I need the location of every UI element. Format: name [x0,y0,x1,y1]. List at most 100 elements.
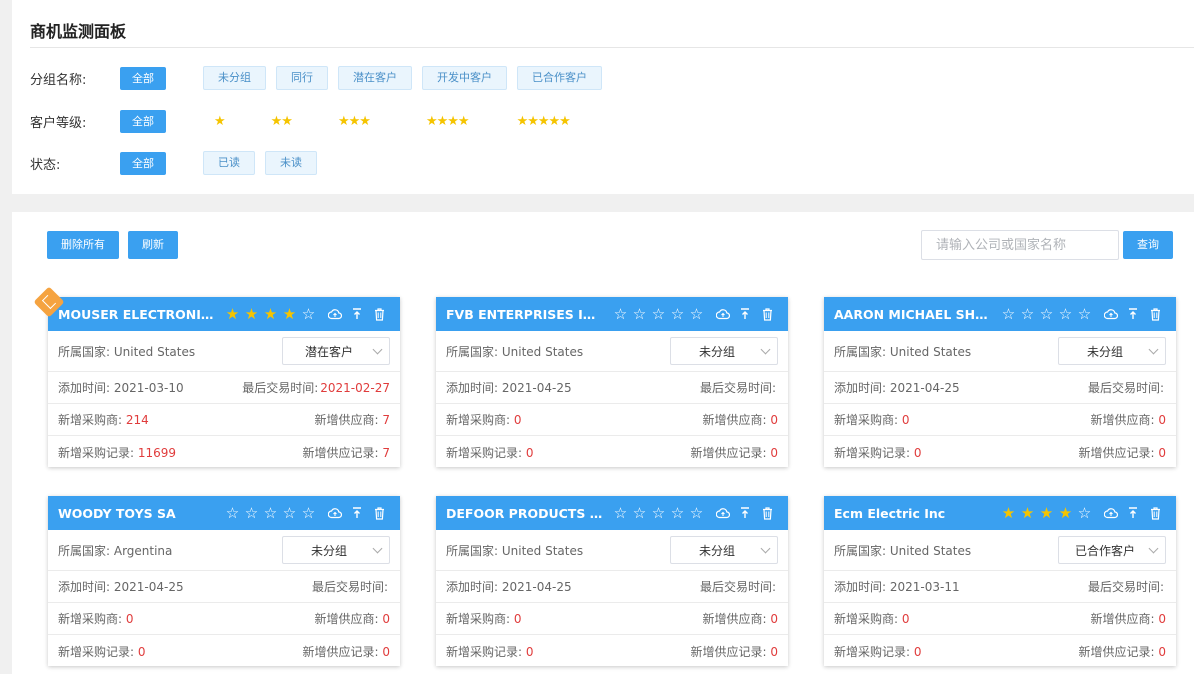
rating-star-icon[interactable]: ☆ [611,306,630,322]
cloud-upload-icon[interactable] [324,304,346,324]
filter-level-5star[interactable]: ★★★★★ [517,114,571,129]
filter-group-all-button[interactable]: 全部 [120,66,166,90]
rating-star-icon[interactable]: ☆ [242,505,261,521]
rating-star-icon[interactable]: ☆ [687,505,706,521]
rating-star-icon[interactable]: ☆ [630,505,649,521]
card-rating[interactable]: ☆ ☆ ☆ ☆ ☆ [611,505,706,521]
card-row-country: 所属国家: Argentina 未分组 [48,530,400,571]
search-button[interactable]: 查询 [1123,231,1173,259]
pin-top-icon[interactable] [734,503,756,523]
company-name[interactable]: AARON MICHAEL SHAFF... [834,307,999,322]
company-card[interactable]: DEFOOR PRODUCTS LLC ☆ ☆ ☆ ☆ ☆ 所属国家: United S… [436,496,788,666]
card-rating[interactable]: ★ ★ ★ ★ ☆ [999,505,1094,521]
filter-level-4star[interactable]: ★★★★ [426,114,470,129]
cloud-upload-icon[interactable] [712,503,734,523]
rating-star-icon[interactable]: ★ [223,306,242,322]
pin-top-icon[interactable] [346,503,368,523]
company-name[interactable]: MOUSER ELECTRONICS ... [58,307,223,322]
filter-group-option[interactable]: 开发中客户 [422,66,507,90]
filter-level-3star[interactable]: ★★★ [338,114,371,129]
filter-level-all-button[interactable]: 全部 [120,109,166,133]
rating-star-icon[interactable]: ☆ [223,505,242,521]
filter-status-option[interactable]: 已读 [203,151,255,175]
rating-star-icon[interactable]: ☆ [611,505,630,521]
company-card[interactable]: FVB ENTERPRISES INC T... ☆ ☆ ☆ ☆ ☆ 所属国家: Uni… [436,297,788,467]
card-row-dates: 添加时间: 2021-04-25 最后交易时间: [436,571,788,603]
filter-group-option[interactable]: 未分组 [203,66,266,90]
group-select[interactable]: 未分组 [670,337,778,365]
trash-icon[interactable] [1144,304,1166,324]
company-name[interactable]: Ecm Electric Inc [834,506,999,521]
trash-icon[interactable] [756,304,778,324]
rating-star-icon[interactable]: ☆ [1075,306,1094,322]
rating-star-icon[interactable]: ★ [1056,505,1075,521]
card-row-partners: 新增采购商: 0 新增供应商: 0 [824,404,1176,436]
filter-status-option[interactable]: 未读 [265,151,317,175]
rating-star-icon[interactable]: ☆ [299,306,318,322]
refresh-button[interactable]: 刷新 [128,231,178,259]
trash-icon[interactable] [368,304,390,324]
buy-records: 新增采购记录: 0 [446,445,534,460]
rating-star-icon[interactable]: ☆ [1075,505,1094,521]
rating-star-icon[interactable]: ☆ [630,306,649,322]
rating-star-icon[interactable]: ☆ [668,505,687,521]
company-name[interactable]: FVB ENTERPRISES INC T... [446,307,611,322]
filter-group-option[interactable]: 同行 [276,66,328,90]
rating-star-icon[interactable]: ★ [261,306,280,322]
rating-star-icon[interactable]: ★ [999,505,1018,521]
cloud-upload-icon[interactable] [1100,503,1122,523]
search-input[interactable] [921,230,1119,260]
rating-star-icon[interactable]: ☆ [999,306,1018,322]
filter-group-option[interactable]: 潜在客户 [338,66,412,90]
card-rating[interactable]: ★ ★ ★ ★ ☆ [223,306,318,322]
filter-level-1star[interactable]: ★ [214,114,226,129]
chevron-down-icon [1148,344,1159,355]
rating-star-icon[interactable]: ★ [242,306,261,322]
pin-top-icon[interactable] [346,304,368,324]
group-select[interactable]: 未分组 [670,536,778,564]
rating-star-icon[interactable]: ☆ [1056,306,1075,322]
company-card[interactable]: WOODY TOYS SA ☆ ☆ ☆ ☆ ☆ 所属国家: Argentina 未分组 … [48,496,400,666]
cloud-upload-icon[interactable] [1100,304,1122,324]
card-rating[interactable]: ☆ ☆ ☆ ☆ ☆ [999,306,1094,322]
trash-icon[interactable] [1144,503,1166,523]
card-row-partners: 新增采购商: 0 新增供应商: 0 [48,603,400,635]
group-select[interactable]: 潜在客户 [282,337,390,365]
rating-star-icon[interactable]: ☆ [1018,306,1037,322]
rating-star-icon[interactable]: ★ [1037,505,1056,521]
card-rating[interactable]: ☆ ☆ ☆ ☆ ☆ [223,505,318,521]
company-name[interactable]: DEFOOR PRODUCTS LLC [446,506,611,521]
pin-top-icon[interactable] [1122,503,1144,523]
rating-star-icon[interactable]: ☆ [668,306,687,322]
group-select[interactable]: 未分组 [1058,337,1166,365]
supply-records: 新增供应记录: 0 [302,644,391,659]
group-select[interactable]: 未分组 [282,536,390,564]
filter-level-2star[interactable]: ★★ [271,114,293,129]
rating-star-icon[interactable]: ☆ [1037,306,1056,322]
rating-star-icon[interactable]: ☆ [299,505,318,521]
rating-star-icon[interactable]: ★ [280,306,299,322]
delete-all-button[interactable]: 删除所有 [47,231,119,259]
filter-status-all-button[interactable]: 全部 [120,151,166,175]
rating-star-icon[interactable]: ☆ [649,306,668,322]
rating-star-icon[interactable]: ☆ [687,306,706,322]
buy-records: 新增采购记录: 0 [834,445,922,460]
filter-group-option[interactable]: 已合作客户 [517,66,602,90]
group-select[interactable]: 已合作客户 [1058,536,1166,564]
pin-top-icon[interactable] [1122,304,1144,324]
new-buyers: 新增采购商: 0 [58,612,134,626]
cloud-upload-icon[interactable] [712,304,734,324]
trash-icon[interactable] [368,503,390,523]
company-name[interactable]: WOODY TOYS SA [58,506,223,521]
rating-star-icon[interactable]: ☆ [649,505,668,521]
rating-star-icon[interactable]: ☆ [261,505,280,521]
company-card[interactable]: Ecm Electric Inc ★ ★ ★ ★ ☆ 所属国家: United Stat… [824,496,1176,666]
cloud-upload-icon[interactable] [324,503,346,523]
trash-icon[interactable] [756,503,778,523]
company-card[interactable]: AARON MICHAEL SHAFF... ☆ ☆ ☆ ☆ ☆ 所属国家: Unite… [824,297,1176,467]
card-rating[interactable]: ☆ ☆ ☆ ☆ ☆ [611,306,706,322]
rating-star-icon[interactable]: ☆ [280,505,299,521]
pin-top-icon[interactable] [734,304,756,324]
company-card[interactable]: MOUSER ELECTRONICS ... ★ ★ ★ ★ ☆ 所属国家: Unite… [48,297,400,467]
rating-star-icon[interactable]: ★ [1018,505,1037,521]
